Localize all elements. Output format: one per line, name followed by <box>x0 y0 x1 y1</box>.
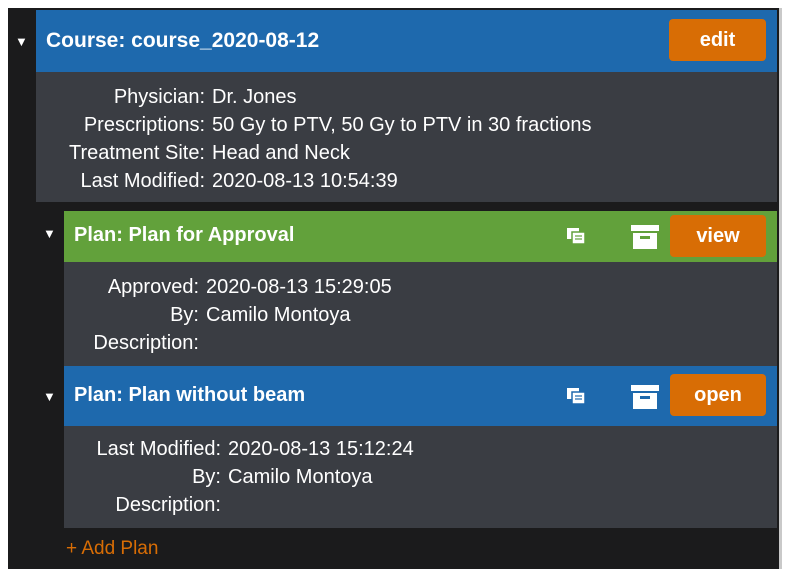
field-label: By: <box>192 466 221 488</box>
plan-title: Plan: Plan for Approval <box>74 224 295 246</box>
field-label: Approved: <box>107 276 199 298</box>
plan-field-approved: Approved: 2020-08-13 15:29:05 <box>71 276 392 299</box>
plan-field-description: Description: <box>71 494 228 517</box>
field-label: Prescriptions: <box>83 114 205 136</box>
course-field-prescriptions: Prescriptions: 50 Gy to PTV, 50 Gy to PTV… <box>43 114 592 137</box>
course-field-treatment-site: Treatment Site: Head and Neck <box>43 142 350 165</box>
course-details: Physician: Dr. Jones Prescriptions: 50 Gy … <box>36 72 777 202</box>
plan-details: Last Modified: 2020-08-13 15:12:24 By: Cam… <box>64 426 777 528</box>
plan-collapse-icon[interactable]: ▼ <box>43 390 56 403</box>
field-label: Description: <box>93 332 199 354</box>
course-field-physician: Physician: Dr. Jones <box>43 86 297 109</box>
field-label: Description: <box>115 494 221 516</box>
field-value: Camilo Montoya <box>228 466 373 488</box>
course-collapse-icon[interactable]: ▼ <box>15 35 28 48</box>
view-plan-button[interactable]: view <box>670 215 766 257</box>
course-header[interactable]: Course: course_2020-08-12 edit <box>36 10 777 72</box>
plan-field-by: By: Camilo Montoya <box>71 304 351 327</box>
add-plan-link[interactable]: + Add Plan <box>66 538 158 560</box>
course-tree-panel: ▼ Course: course_2020-08-12 edit Physici… <box>8 8 779 569</box>
copy-icon[interactable] <box>566 387 586 410</box>
copy-icon[interactable] <box>566 227 586 250</box>
plan-header-draft[interactable]: Plan: Plan without beam open <box>64 366 777 426</box>
plan-field-by: By: Camilo Montoya <box>71 466 373 489</box>
plan-field-last-modified: Last Modified: 2020-08-13 15:12:24 <box>71 438 414 461</box>
field-value: 50 Gy to PTV, 50 Gy to PTV in 30 fractio… <box>212 114 592 136</box>
plan-title: Plan: Plan without beam <box>74 384 306 406</box>
field-label: Last Modified: <box>96 438 221 460</box>
field-value: Camilo Montoya <box>206 304 351 326</box>
field-label: Physician: <box>113 86 205 108</box>
open-plan-button[interactable]: open <box>670 374 766 416</box>
field-label: Treatment Site: <box>69 142 205 164</box>
field-value: Dr. Jones <box>212 86 297 108</box>
field-value: 2020-08-13 15:12:24 <box>228 438 414 460</box>
plan-header-approved[interactable]: Plan: Plan for Approval view <box>64 211 777 262</box>
course-title: Course: course_2020-08-12 <box>46 29 320 52</box>
panel-border <box>779 8 782 569</box>
field-value: Head and Neck <box>212 142 350 164</box>
field-value: 2020-08-13 10:54:39 <box>212 170 398 192</box>
archive-icon[interactable] <box>630 384 660 415</box>
field-value: 2020-08-13 15:29:05 <box>206 276 392 298</box>
archive-icon[interactable] <box>630 224 660 255</box>
field-label: By: <box>170 304 199 326</box>
plan-field-description: Description: <box>71 332 206 355</box>
plan-details: Approved: 2020-08-13 15:29:05 By: Camilo M… <box>64 262 777 366</box>
edit-course-button[interactable]: edit <box>669 19 766 61</box>
field-label: Last Modified: <box>80 170 205 192</box>
plan-collapse-icon[interactable]: ▼ <box>43 227 56 240</box>
course-field-last-modified: Last Modified: 2020-08-13 10:54:39 <box>43 170 398 193</box>
